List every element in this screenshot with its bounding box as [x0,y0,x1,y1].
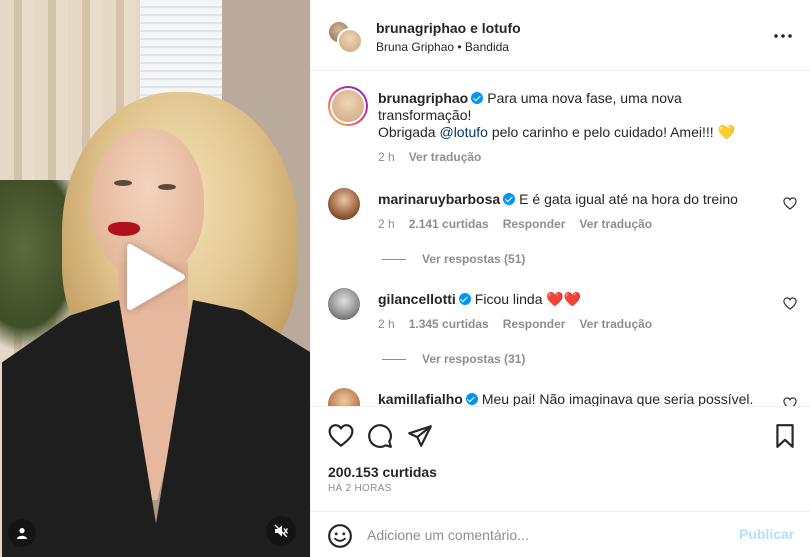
post-actions: 200.153 curtidas HÁ 2 HORAS [311,406,810,510]
verified-badge-icon [465,393,478,405]
comment-username[interactable]: gilancellotti [378,291,456,307]
avatar-lotufo[interactable] [337,28,363,54]
reply-button[interactable]: Responder [503,217,566,231]
mute-button[interactable] [266,516,296,546]
comment-input[interactable] [367,524,727,546]
heart-icon[interactable] [328,423,354,449]
more-options-button[interactable] [769,24,797,48]
comment-content: Ficou linda ❤️❤️ [474,291,582,307]
post-timestamp[interactable]: HÁ 2 HORAS [328,483,392,494]
verified-badge-icon [458,293,471,305]
replies-divider [382,358,406,360]
comment-content: Meu pai! Não imaginava que seria possíve… [481,391,754,406]
play-icon [127,244,185,310]
more-options-icon [774,34,792,38]
verified-badge-icon [503,193,516,205]
comment-content: E é gata igual até na hora do treino [519,191,738,207]
avatar-caption-author[interactable] [328,86,368,126]
view-replies-label: Ver respostas (31) [422,352,526,366]
post-video[interactable] [0,0,310,557]
avatar-gilancellotti[interactable] [328,288,360,320]
comments-list[interactable]: brunagriphao Para uma nova fase, uma nova… [311,72,810,406]
emoji-icon[interactable] [327,523,353,549]
collab-avatars[interactable] [327,20,363,54]
view-replies-button[interactable]: Ver respostas (31) [382,352,525,366]
caption-line-2-prefix: Obrigada [378,124,440,140]
comment-username[interactable]: marinaruybarbosa [378,191,500,207]
audio-info[interactable]: Bruna Griphao • Bandida [376,40,509,54]
avatar-marinaruybarbosa[interactable] [328,188,360,220]
person-eye-right [158,184,176,190]
post-authors[interactable]: brunagriphao e lotufo [376,20,521,36]
publish-button[interactable]: Publicar [739,526,794,542]
comment-icon[interactable] [367,423,393,449]
caption-username[interactable]: brunagriphao [378,90,468,106]
avatar-kamillafialho[interactable] [328,388,360,406]
likes-count[interactable]: 200.153 curtidas [328,464,437,480]
comment-like-icon[interactable] [783,397,797,406]
mention-link[interactable]: @lotufo [439,124,487,140]
comment-time: 2 h [378,217,395,231]
play-button[interactable] [122,242,188,312]
translate-link[interactable]: Ver tradução [579,317,652,331]
caption-line-2-suffix: pelo carinho e pelo cuidado! Amei!!! 💛 [487,124,735,140]
comment-meta: 2 h 1.345 curtidas Responder Ver tradução [378,317,666,331]
speaker-muted-icon [274,524,288,538]
comment-time: 2 h [378,317,395,331]
comment-text: gilancellotti Ficou linda ❤️❤️ [378,291,778,308]
post-details-panel: brunagriphao e lotufo Bruna Griphao • Ba… [310,0,810,557]
view-replies-button[interactable]: Ver respostas (51) [382,252,525,266]
comment-likes-count[interactable]: 1.345 curtidas [409,317,489,331]
comment-text: kamillafialho Meu pai! Não imaginava que … [378,391,778,406]
replies-divider [382,258,406,260]
caption-time: 2 h [378,150,395,164]
comment-likes-count[interactable]: 2.141 curtidas [409,217,489,231]
tagged-users-button[interactable] [8,519,36,547]
comment-like-icon[interactable] [783,297,797,310]
caption-meta: 2 h Ver tradução [378,150,495,164]
comment-text: marinaruybarbosa E é gata igual até na ho… [378,191,778,208]
send-icon[interactable] [407,423,433,449]
view-replies-label: Ver respostas (51) [422,252,526,266]
caption-text: brunagriphao Para uma nova fase, uma nova… [378,90,778,141]
caption-translate-link[interactable]: Ver tradução [409,150,482,164]
post-header: brunagriphao e lotufo Bruna Griphao • Ba… [311,0,810,71]
bookmark-icon[interactable] [772,423,798,449]
comment-like-icon[interactable] [783,197,797,210]
comment-username[interactable]: kamillafialho [378,391,463,406]
reply-button[interactable]: Responder [503,317,566,331]
person-eye-left [114,180,132,186]
verified-badge-icon [471,92,484,104]
person-lips [108,222,140,236]
comment-meta: 2 h 2.141 curtidas Responder Ver tradução [378,217,666,231]
add-comment-bar: Publicar [311,511,810,557]
translate-link[interactable]: Ver tradução [579,217,652,231]
user-icon [17,528,27,539]
